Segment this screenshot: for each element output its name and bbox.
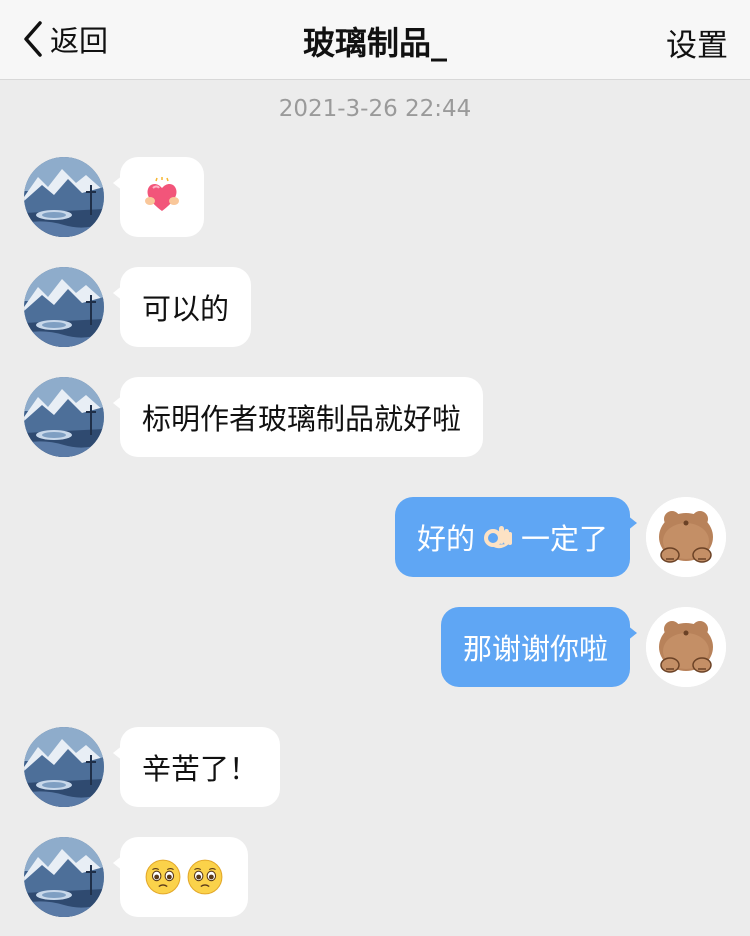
message-text: 好的 (416, 522, 475, 556)
message-bubble-outgoing[interactable]: 那谢谢你啦 (440, 607, 638, 687)
bear-avatar-icon (646, 497, 726, 577)
message-text: 可以的 (142, 292, 230, 326)
contact-avatar[interactable] (24, 157, 104, 237)
mountain-landscape-avatar-icon (24, 377, 104, 457)
user-avatar[interactable] (646, 497, 726, 577)
contact-avatar[interactable] (24, 837, 104, 917)
user-avatar[interactable] (646, 607, 726, 687)
bear-avatar-icon (646, 607, 726, 687)
message-bubble[interactable]: 可以的 (112, 267, 252, 347)
message-bubble[interactable]: 标明作者玻璃制品就好啦 (112, 377, 484, 457)
message-bubble[interactable] (113, 837, 248, 917)
message-timestamp: 2021-3-26 22:44 (278, 96, 472, 122)
message-bubble[interactable]: 辛苦了！ (112, 727, 281, 807)
message-bubble[interactable] (113, 157, 204, 237)
mountain-landscape-avatar-icon (24, 157, 104, 237)
heart-with-hands-icon (145, 177, 179, 211)
contact-avatar[interactable] (24, 377, 104, 457)
message-text: 辛苦了！ (142, 752, 259, 786)
settings-button[interactable]: 设置 (666, 20, 728, 65)
contact-avatar[interactable] (24, 267, 104, 347)
message-text: 一定了 (520, 522, 608, 556)
pleading-face-icon (186, 858, 224, 896)
ok-hand-icon (483, 526, 512, 549)
chat-title: 玻璃制品_ (302, 24, 447, 62)
pleading-face-icon (144, 858, 182, 896)
mountain-landscape-avatar-icon (24, 837, 104, 917)
message-text: 那谢谢你啦 (462, 632, 608, 666)
nav-header: 返回 玻璃制品_ 设置 (0, 0, 750, 80)
contact-avatar[interactable] (24, 727, 104, 807)
mountain-landscape-avatar-icon (24, 267, 104, 347)
message-bubble-outgoing[interactable]: 好的 一定了 (394, 497, 638, 577)
mountain-landscape-avatar-icon (24, 727, 104, 807)
message-text: 标明作者玻璃制品就好啦 (142, 402, 462, 436)
